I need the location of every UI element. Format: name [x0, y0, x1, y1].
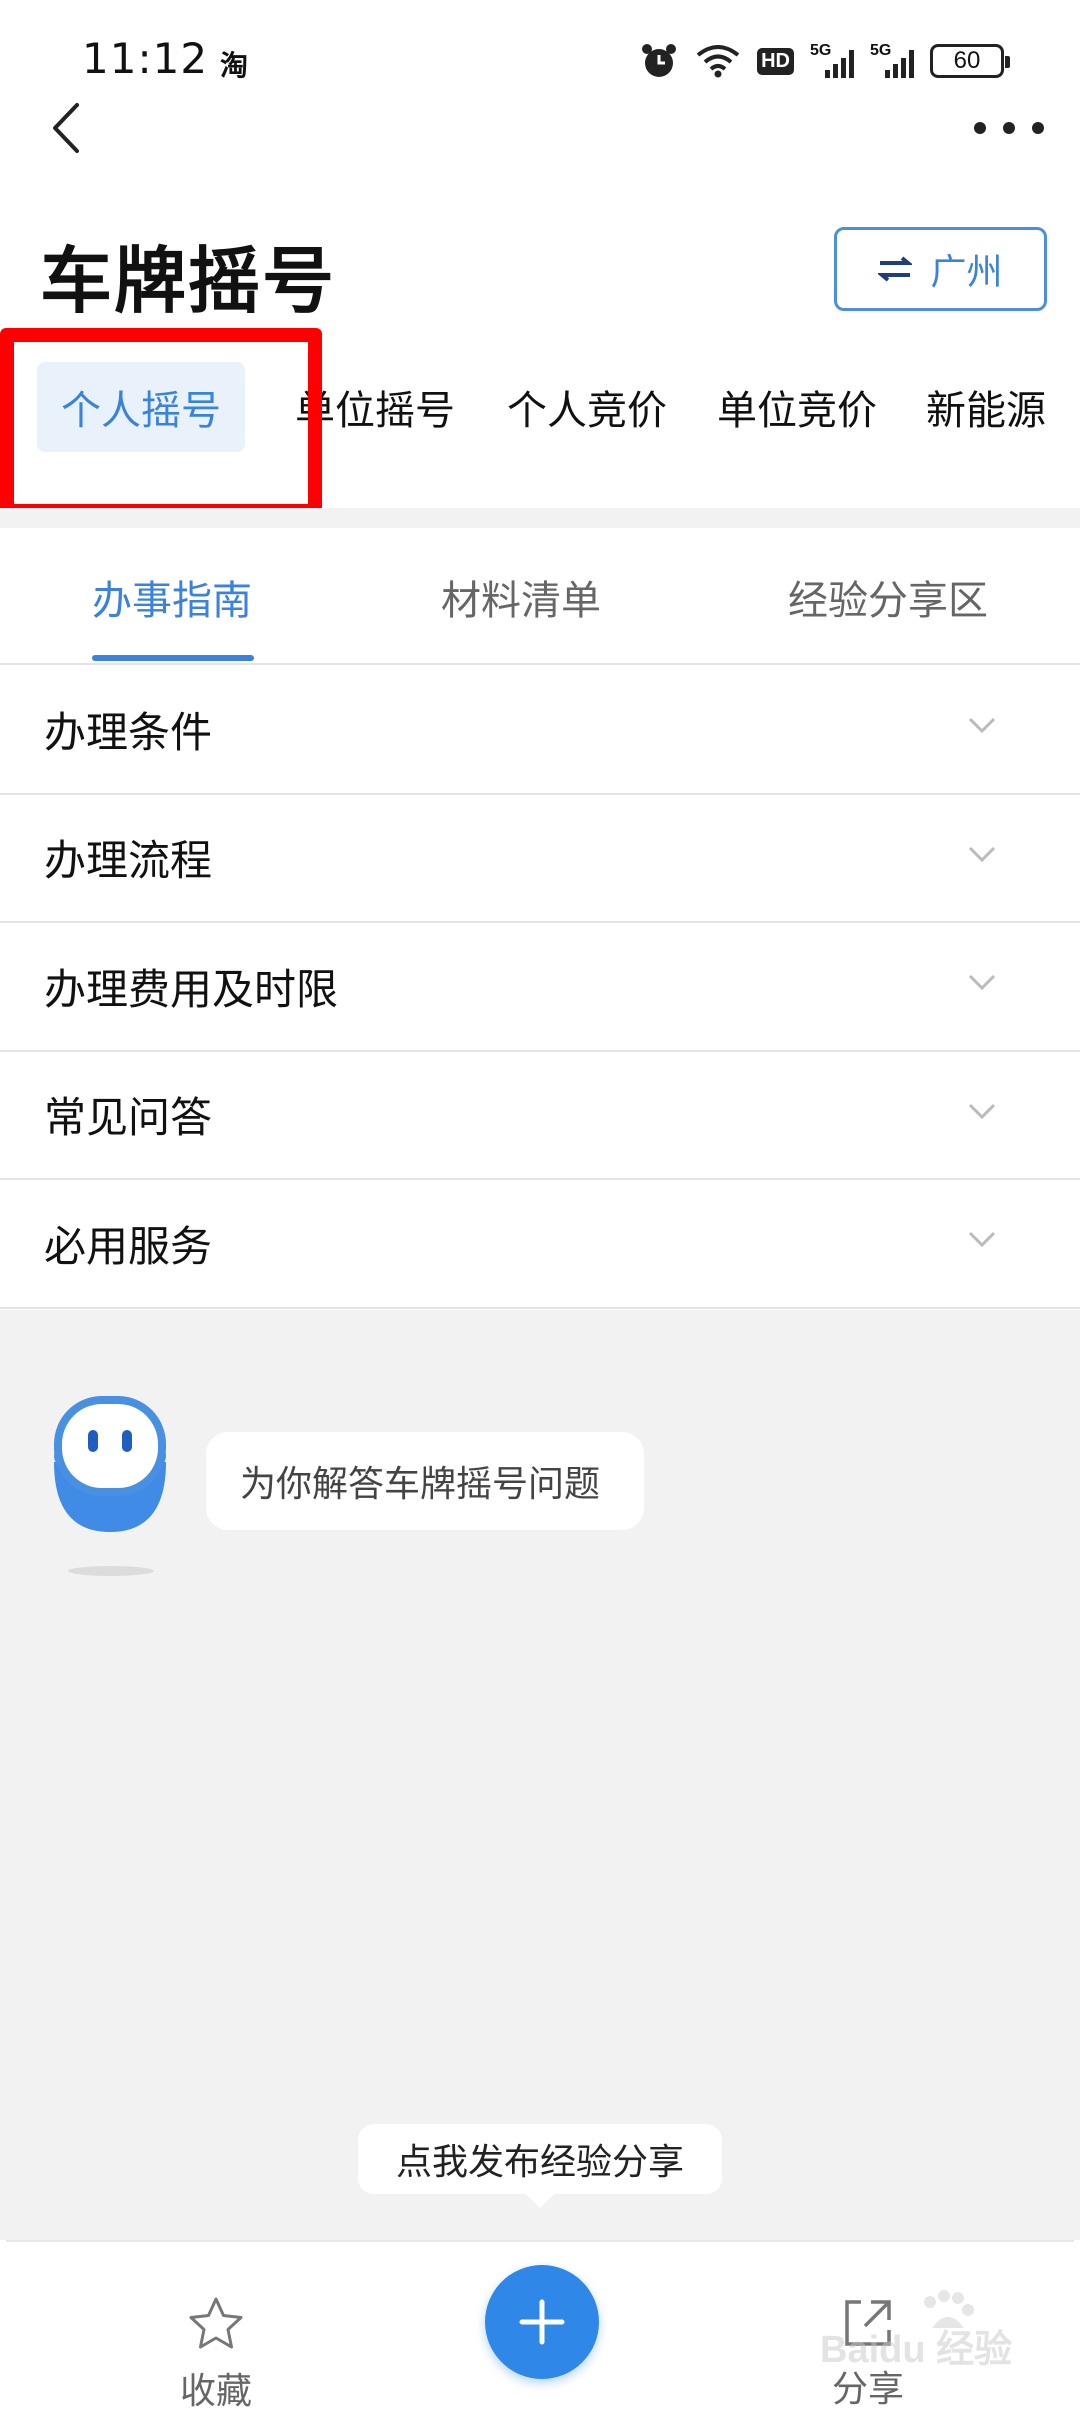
wifi-icon [695, 43, 741, 79]
active-tab-indicator [92, 655, 254, 661]
page-title: 车牌摇号 [40, 239, 337, 323]
section-divider [0, 508, 1080, 528]
robot-icon[interactable] [44, 1392, 176, 1532]
chevron-down-icon [968, 846, 996, 862]
tab-company-lottery[interactable]: 单位摇号 [290, 362, 460, 452]
signal-5g-icon: 5G [870, 42, 914, 78]
more-button[interactable] [974, 110, 1044, 146]
alarm-icon [639, 41, 679, 81]
taobao-notification-icon: 淘 [220, 49, 249, 82]
chevron-left-icon [53, 103, 79, 153]
accordion-label: 常见问答 [44, 1093, 213, 1143]
tab-personal-lottery[interactable]: 个人摇号 [37, 362, 245, 452]
assistant-message: 为你解答车牌摇号问题 [240, 1464, 601, 1505]
chevron-down-icon [968, 1103, 996, 1119]
accordion-item-fees[interactable]: 办理费用及时限 [0, 923, 1080, 1052]
accordion-item-services[interactable]: 必用服务 [0, 1180, 1080, 1309]
tab-experience[interactable]: 经验分享区 [788, 568, 988, 626]
accordion-label: 办理条件 [44, 707, 213, 757]
tab-company-bidding[interactable]: 单位竞价 [712, 362, 882, 452]
battery-icon: 60 [930, 44, 1010, 78]
city-switch-button[interactable]: 广州 [834, 227, 1047, 311]
robot-shadow [68, 1566, 154, 1576]
status-time: 11:12 [82, 34, 209, 83]
tab-materials[interactable]: 材料清单 [441, 568, 601, 626]
plus-icon [519, 2299, 565, 2345]
back-button[interactable] [36, 98, 96, 158]
status-bar: 11:12 淘 HD 5G 5G 60 [0, 0, 1080, 110]
tab-new-energy[interactable]: 新能源 [920, 362, 1052, 452]
category-tabs: 个人摇号 单位摇号 个人竞价 单位竞价 新能源 [0, 362, 1080, 452]
swap-icon [878, 255, 913, 283]
publish-tooltip-text: 点我发布经验分享 [395, 2142, 684, 2183]
accordion-item-faq[interactable]: 常见问答 [0, 1051, 1080, 1180]
more-dots-icon [974, 122, 986, 134]
accordion-label: 办理流程 [44, 836, 213, 886]
baidu-watermark-logo: Baidu 经验 [820, 2290, 1050, 2371]
signal-5g-icon: 5G [810, 42, 854, 78]
publish-tooltip[interactable]: 点我发布经验分享 [358, 2124, 722, 2208]
tab-personal-bidding[interactable]: 个人竞价 [502, 362, 672, 452]
publish-fab-button[interactable] [485, 2265, 599, 2379]
hd-icon: HD [757, 47, 794, 75]
favorite-label: 收藏 [179, 2371, 252, 2412]
chevron-down-icon [968, 1232, 996, 1248]
accordion-label: 办理费用及时限 [44, 964, 339, 1014]
status-icons: HD 5G 5G 60 [639, 36, 1010, 86]
accordion-item-process[interactable]: 办理流程 [0, 794, 1080, 923]
accordion-item-conditions[interactable]: 办理条件 [0, 666, 1080, 795]
chevron-down-icon [968, 975, 996, 991]
guide-accordion: 办理条件 办理流程 办理费用及时限 常见问答 必用服务 [0, 666, 1080, 1309]
chevron-down-icon [968, 718, 996, 734]
city-label: 广州 [930, 252, 1003, 293]
sub-tabs: 办事指南 材料清单 经验分享区 [0, 528, 1080, 665]
tab-guide[interactable]: 办事指南 [92, 568, 252, 626]
star-icon [189, 2297, 243, 2349]
favorite-button[interactable]: 收藏 [136, 2296, 296, 2412]
assistant-message-bubble[interactable]: 为你解答车牌摇号问题 [206, 1432, 644, 1530]
accordion-label: 必用服务 [44, 1221, 213, 1271]
